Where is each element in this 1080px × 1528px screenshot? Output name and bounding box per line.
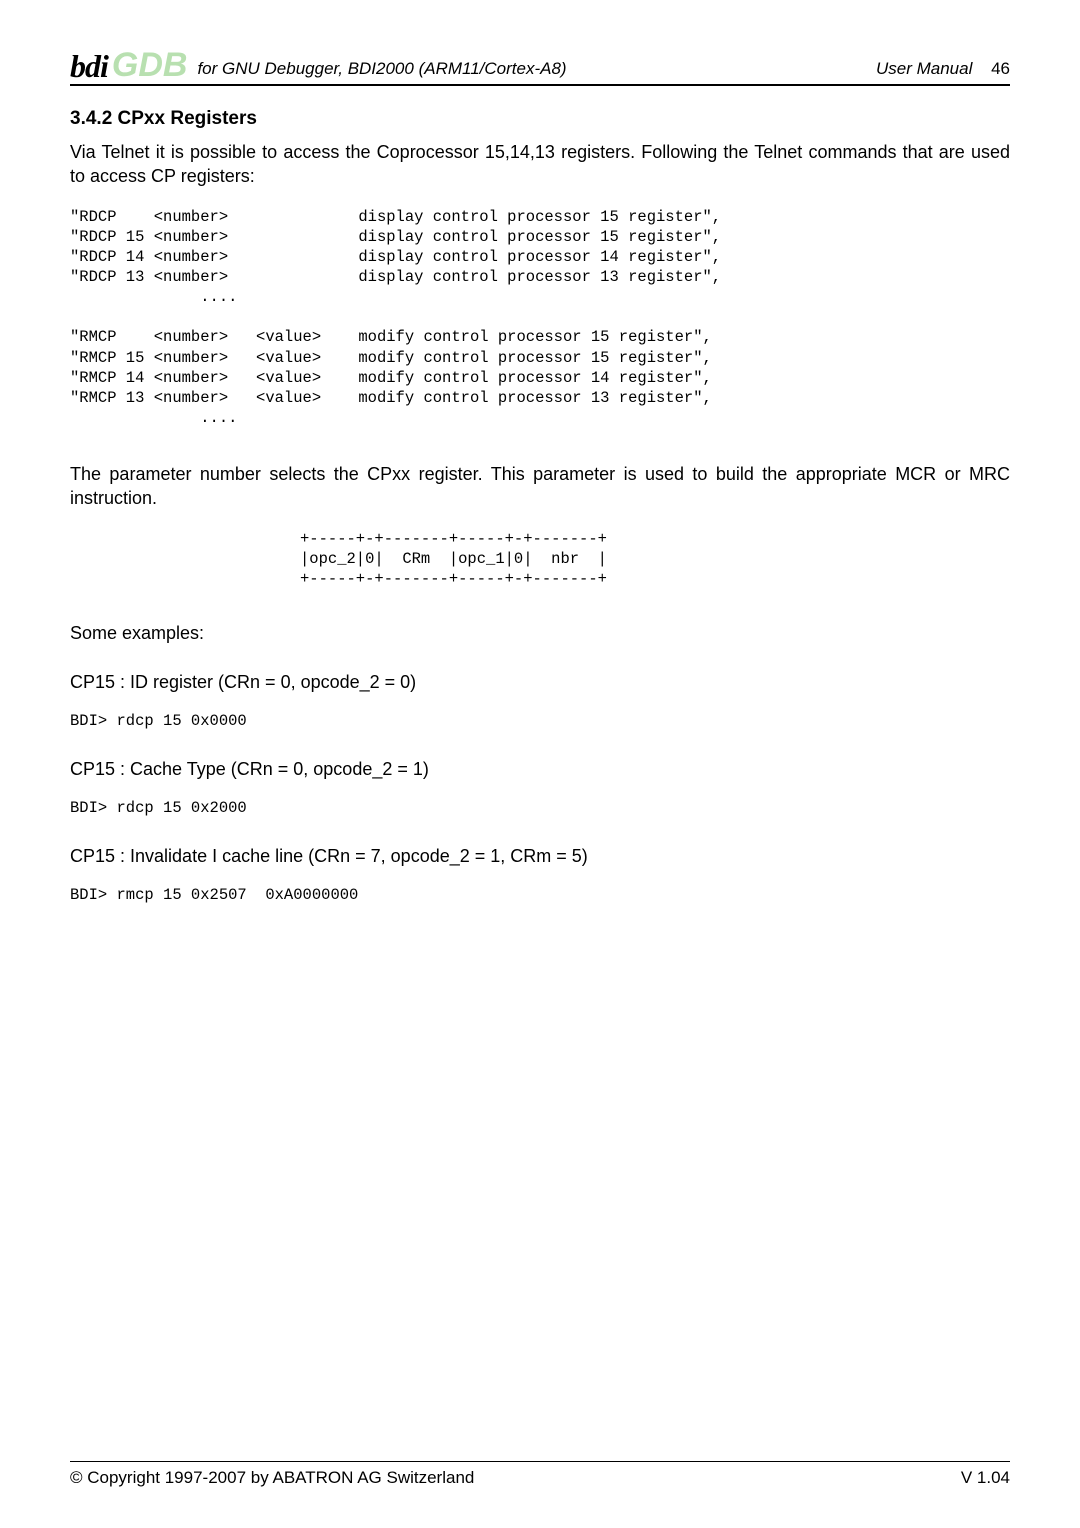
page-number: 46 [991,59,1010,78]
logo-gdb: GDB [112,48,188,82]
footer-copyright: © Copyright 1997-2007 by ABATRON AG Swit… [70,1468,474,1488]
example-2-cmd: BDI> rdcp 15 0x2000 [70,798,1010,818]
user-manual-label: User Manual [876,59,972,78]
paragraph-2: The parameter number selects the CPxx re… [70,462,1010,511]
logo-bdi: bdi [70,50,108,82]
footer-version: V 1.04 [961,1468,1010,1488]
section-title: 3.4.2 CPxx Registers [70,108,1010,130]
example-2-title: CP15 : Cache Type (CRn = 0, opcode_2 = 1… [70,759,1010,780]
bitfield-diagram: +-----+-+-------+-----+-+-------+ |opc_2… [70,529,1010,589]
examples-label: Some examples: [70,623,1010,644]
page: bdi GDB for GNU Debugger, BDI2000 (ARM11… [0,0,1080,1528]
example-1-cmd: BDI> rdcp 15 0x0000 [70,711,1010,731]
header-right: User Manual 46 [876,59,1010,79]
example-1-title: CP15 : ID register (CRn = 0, opcode_2 = … [70,672,1010,693]
page-header: bdi GDB for GNU Debugger, BDI2000 (ARM11… [70,48,1010,86]
intro-paragraph: Via Telnet it is possible to access the … [70,140,1010,189]
header-subtitle: for GNU Debugger, BDI2000 (ARM11/Cortex-… [197,59,566,79]
example-3-title: CP15 : Invalidate I cache line (CRn = 7,… [70,846,1010,867]
code-block-commands: "RDCP <number> display control processor… [70,207,1010,429]
logo-block: bdi GDB for GNU Debugger, BDI2000 (ARM11… [70,48,567,82]
example-3-cmd: BDI> rmcp 15 0x2507 0xA0000000 [70,885,1010,905]
page-footer: © Copyright 1997-2007 by ABATRON AG Swit… [70,1461,1010,1488]
